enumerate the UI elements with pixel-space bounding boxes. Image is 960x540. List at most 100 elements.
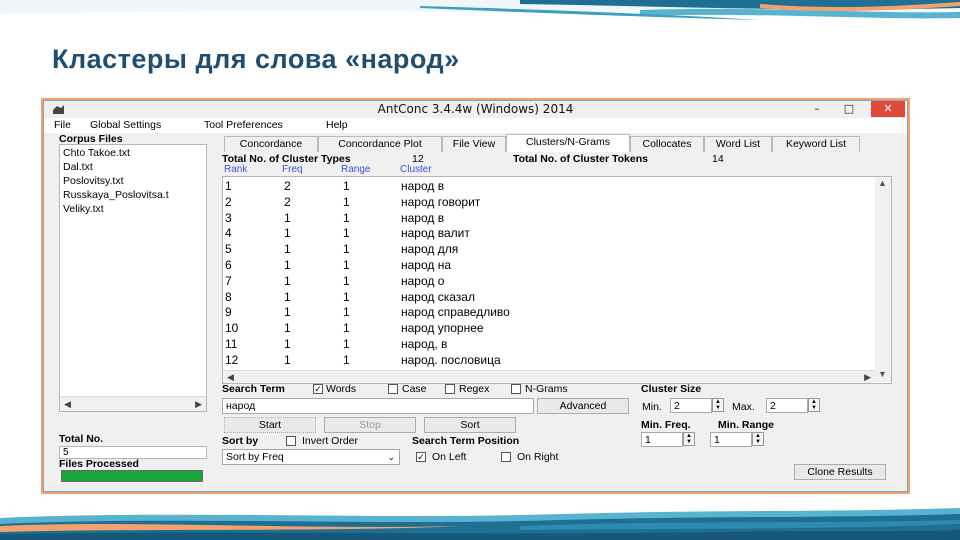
cell-range: 1 bbox=[343, 194, 350, 209]
table-row[interactable]: 2 2 1 народ говорит bbox=[223, 195, 873, 211]
on-left-checkbox[interactable]: ✓ bbox=[416, 452, 426, 462]
scroll-up-icon[interactable]: ▲ bbox=[878, 178, 887, 188]
tab-clusters-ngrams[interactable]: Clusters/N-Grams bbox=[506, 134, 630, 152]
tab-keyword-list[interactable]: Keyword List bbox=[772, 136, 860, 152]
cluster-size-max-input[interactable]: 2 bbox=[766, 398, 808, 413]
title-bar: AntConc 3.4.4w (Windows) 2014 – □ ✕ bbox=[44, 101, 907, 118]
on-right-checkbox[interactable] bbox=[501, 452, 511, 462]
chevron-down-icon[interactable]: ⌄ bbox=[387, 450, 395, 464]
table-row[interactable]: 4 1 1 народ валит bbox=[223, 226, 873, 242]
case-label: Case bbox=[402, 383, 427, 395]
cell-cluster: народ в bbox=[401, 210, 445, 225]
invert-order-checkbox[interactable] bbox=[286, 436, 296, 446]
cluster-size-min-input[interactable]: 2 bbox=[670, 398, 712, 413]
results-table[interactable]: 1 2 1 народ в 2 2 1 народ говорит 3 1 1 народ в411н… bbox=[222, 176, 892, 384]
cell-range: 1 bbox=[343, 289, 350, 304]
corpus-file[interactable]: Veliky.txt bbox=[63, 203, 104, 215]
table-row[interactable]: 12 1 1 народ. пословица bbox=[223, 353, 873, 369]
cell-range: 1 bbox=[343, 337, 350, 351]
results-vertical-scrollbar[interactable]: ▲ ▼ bbox=[875, 177, 891, 382]
words-checkbox[interactable]: ✓ bbox=[313, 384, 323, 394]
table-row[interactable]: 8 1 1 народ сказал bbox=[223, 290, 873, 306]
menu-file[interactable]: File bbox=[54, 119, 71, 131]
scroll-right-icon[interactable]: ▶ bbox=[195, 399, 202, 410]
cell-rank: 9 bbox=[225, 305, 232, 320]
results-horizontal-scrollbar[interactable]: ◀ ▶ bbox=[223, 370, 875, 383]
tab-concordance[interactable]: Concordance bbox=[224, 136, 318, 152]
search-term-position-label: Search Term Position bbox=[412, 435, 520, 447]
table-row[interactable]: 11 1 1 народ, в bbox=[223, 337, 873, 353]
cluster-size-label: Cluster Size bbox=[641, 383, 702, 395]
scroll-right-icon[interactable]: ▶ bbox=[864, 372, 871, 383]
cell-cluster: народ, в bbox=[401, 337, 448, 351]
corpus-file[interactable]: Russkaya_Poslovitsa.t bbox=[63, 189, 169, 201]
cell-freq: 1 bbox=[284, 321, 291, 336]
top-decor-stripe bbox=[0, 0, 960, 20]
cell-freq: 1 bbox=[284, 305, 291, 320]
cell-rank: 3 bbox=[225, 210, 232, 225]
min-range-input[interactable]: 1 bbox=[710, 432, 752, 447]
table-row[interactable]: 6 1 1 народ на bbox=[223, 258, 873, 274]
cell-freq: 1 bbox=[284, 273, 291, 288]
close-button[interactable]: ✕ bbox=[871, 101, 905, 117]
advanced-button[interactable]: Advanced bbox=[537, 398, 629, 414]
corpus-horizontal-scrollbar[interactable]: ◀ ▶ bbox=[60, 396, 206, 411]
minimize-button[interactable]: – bbox=[804, 101, 830, 117]
cell-rank: 12 bbox=[225, 352, 239, 367]
table-row[interactable]: 5 1 1 народ для bbox=[223, 242, 873, 258]
cell-rank: 4 bbox=[225, 226, 232, 241]
scroll-left-icon[interactable]: ◀ bbox=[64, 399, 71, 410]
tab-concordance-plot[interactable]: Concordance Plot bbox=[318, 136, 442, 152]
cell-range: 1 bbox=[343, 321, 350, 336]
column-header-cluster[interactable]: Cluster bbox=[400, 164, 432, 175]
corpus-file[interactable]: Dal.txt bbox=[63, 161, 93, 173]
corpus-file[interactable]: Chto Takoe.txt bbox=[63, 147, 130, 159]
cell-range: 1 bbox=[343, 210, 350, 225]
table-row[interactable]: 7 1 1 народ о bbox=[223, 274, 873, 290]
table-row[interactable]: 10 1 1 народ упорнее bbox=[223, 321, 873, 337]
corpus-file[interactable]: Poslovitsy.txt bbox=[63, 175, 124, 187]
cell-range: 1 bbox=[343, 273, 350, 288]
column-header-freq[interactable]: Freq bbox=[282, 164, 303, 175]
cell-cluster: народ говорит bbox=[401, 194, 481, 209]
maximize-button[interactable]: □ bbox=[836, 101, 862, 117]
tab-file-view[interactable]: File View bbox=[442, 136, 506, 152]
min-freq-input[interactable]: 1 bbox=[641, 432, 683, 447]
table-row[interactable]: 1 2 1 народ в bbox=[223, 179, 873, 195]
cluster-size-min-spinner[interactable]: ▲ ▼ bbox=[712, 398, 724, 412]
start-button[interactable]: Start bbox=[224, 417, 316, 433]
search-term-input[interactable]: народ bbox=[222, 398, 534, 414]
table-row[interactable]: 3 1 1 народ в bbox=[223, 211, 873, 227]
table-row[interactable]: 9 1 1 народ справедливо bbox=[223, 305, 873, 321]
column-header-rank[interactable]: Rank bbox=[224, 164, 247, 175]
cell-cluster: народ. пословица bbox=[401, 352, 501, 367]
min-freq-spinner[interactable]: ▲ ▼ bbox=[683, 432, 695, 446]
case-checkbox[interactable] bbox=[388, 384, 398, 394]
sort-button[interactable]: Sort bbox=[424, 417, 516, 433]
sort-by-select[interactable]: Sort by Freq ⌄ bbox=[222, 449, 400, 465]
cell-rank: 7 bbox=[225, 273, 232, 288]
cell-rank: 8 bbox=[225, 289, 232, 304]
stop-button[interactable]: Stop bbox=[324, 417, 416, 433]
clone-results-button[interactable]: Clone Results bbox=[794, 464, 886, 480]
main-area: Corpus Files Chto Takoe.txt Dal.txt Posl… bbox=[56, 133, 907, 489]
cluster-tokens-label: Total No. of Cluster Tokens bbox=[513, 153, 648, 165]
menu-global-settings[interactable]: Global Settings bbox=[90, 119, 161, 131]
menu-help[interactable]: Help bbox=[326, 119, 348, 131]
cell-cluster: народ о bbox=[401, 273, 445, 288]
column-header-range[interactable]: Range bbox=[341, 164, 370, 175]
cluster-size-max-spinner[interactable]: ▲ ▼ bbox=[808, 398, 820, 412]
regex-checkbox[interactable] bbox=[445, 384, 455, 394]
scroll-left-icon[interactable]: ◀ bbox=[227, 372, 234, 383]
scroll-down-icon[interactable]: ▼ bbox=[878, 369, 887, 379]
corpus-file-list[interactable]: Chto Takoe.txt Dal.txt Poslovitsy.txt Ru… bbox=[59, 144, 207, 412]
cell-range: 1 bbox=[343, 226, 350, 241]
cell-freq: 1 bbox=[284, 242, 291, 257]
tab-collocates[interactable]: Collocates bbox=[630, 136, 704, 152]
min-range-spinner[interactable]: ▲ ▼ bbox=[752, 432, 764, 446]
ngrams-checkbox[interactable] bbox=[511, 384, 521, 394]
menu-tool-preferences[interactable]: Tool Preferences bbox=[204, 119, 283, 131]
cell-range: 1 bbox=[343, 305, 350, 320]
tab-word-list[interactable]: Word List bbox=[704, 136, 772, 152]
cell-cluster: народ справедливо bbox=[401, 305, 510, 320]
